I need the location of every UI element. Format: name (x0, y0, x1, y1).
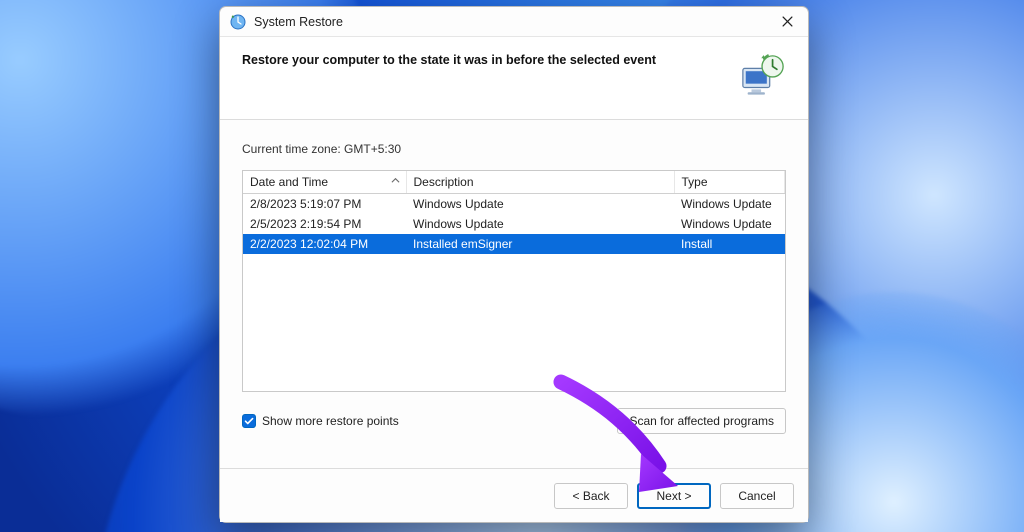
wizard-header: Restore your computer to the state it wa… (220, 37, 808, 119)
table-row[interactable]: 2/8/2023 5:19:07 PMWindows UpdateWindows… (243, 194, 785, 215)
system-restore-window: System Restore Restore your computer to … (219, 6, 809, 523)
column-header-description[interactable]: Description (406, 171, 674, 194)
next-button[interactable]: Next > (637, 483, 711, 509)
checkbox-checked-icon (242, 414, 256, 428)
cell-datetime: 2/2/2023 12:02:04 PM (243, 234, 406, 254)
wizard-body: Current time zone: GMT+5:30 Date and Tim… (220, 120, 808, 468)
window-title: System Restore (254, 15, 772, 29)
restore-points-table[interactable]: Date and Time Description Type 2/8/2023 … (242, 170, 786, 392)
timezone-label: Current time zone: GMT+5:30 (242, 142, 786, 156)
column-header-type[interactable]: Type (674, 171, 785, 194)
column-header-datetime[interactable]: Date and Time (243, 171, 406, 194)
sort-indicator-icon (391, 176, 400, 187)
cell-datetime: 2/8/2023 5:19:07 PM (243, 194, 406, 215)
wizard-footer: < Back Next > Cancel (220, 468, 808, 522)
back-button[interactable]: < Back (554, 483, 628, 509)
cell-description: Installed emSigner (406, 234, 674, 254)
titlebar: System Restore (220, 7, 808, 37)
system-restore-icon (230, 14, 246, 30)
show-more-restore-points-checkbox[interactable]: Show more restore points (242, 414, 399, 428)
close-button[interactable] (772, 11, 802, 33)
cell-type: Windows Update (674, 194, 785, 215)
cell-type: Install (674, 234, 785, 254)
desktop-wallpaper: System Restore Restore your computer to … (0, 0, 1024, 532)
table-row[interactable]: 2/2/2023 12:02:04 PMInstalled emSignerIn… (243, 234, 785, 254)
wizard-heading: Restore your computer to the state it wa… (242, 53, 726, 67)
restore-computer-icon (740, 53, 786, 97)
show-more-label: Show more restore points (262, 414, 399, 428)
cell-datetime: 2/5/2023 2:19:54 PM (243, 214, 406, 234)
cell-description: Windows Update (406, 214, 674, 234)
cell-description: Windows Update (406, 194, 674, 215)
table-row[interactable]: 2/5/2023 2:19:54 PMWindows UpdateWindows… (243, 214, 785, 234)
cancel-button[interactable]: Cancel (720, 483, 794, 509)
scan-affected-programs-button[interactable]: Scan for affected programs (617, 408, 786, 434)
cell-type: Windows Update (674, 214, 785, 234)
